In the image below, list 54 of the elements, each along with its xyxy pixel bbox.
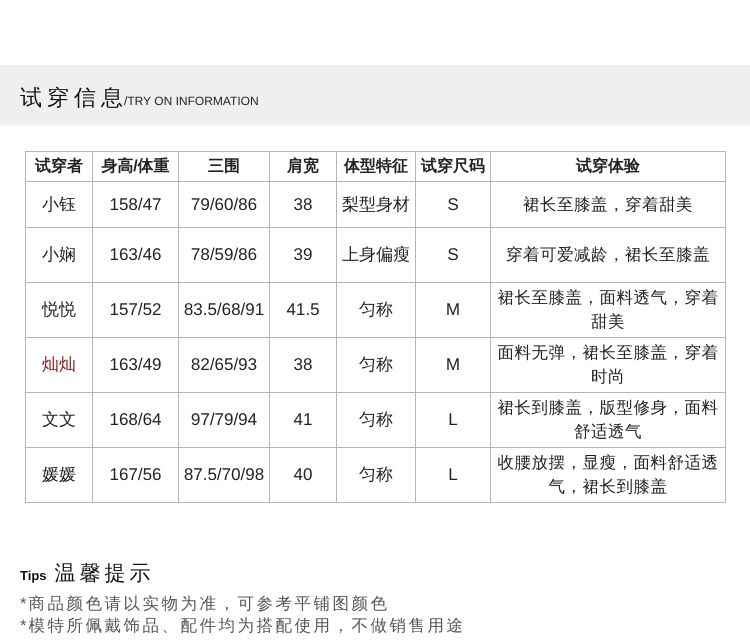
table-cell: 上身偏瘦 — [336, 228, 416, 282]
table-cell: 39 — [270, 228, 336, 282]
table-cell: 158/47 — [92, 182, 178, 228]
table-cell: 裙长至膝盖，穿着甜美 — [490, 182, 726, 228]
table-cell: S — [416, 182, 490, 228]
table-cell: L — [416, 448, 490, 502]
column-header: 三围 — [178, 152, 270, 182]
table-cell: 媛媛 — [26, 448, 92, 502]
table-cell: 40 — [270, 448, 336, 502]
table-cell: 167/56 — [92, 448, 178, 502]
table-cell: M — [416, 338, 490, 392]
table-cell: L — [416, 392, 490, 448]
table-cell: 41 — [270, 392, 336, 448]
tips-title: 温馨提示 — [54, 561, 154, 587]
table-cell: 文文 — [26, 392, 92, 448]
table-cell: 悦悦 — [26, 282, 92, 338]
table-cell: 小娴 — [26, 228, 92, 282]
section-subtitle: /TRY ON INFORMATION — [124, 94, 259, 108]
table-cell: 79/60/86 — [178, 182, 270, 228]
tip-text: *商品颜色请以实物为准，可参考平铺图颜色 — [20, 594, 390, 615]
table-cell: 41.5 — [270, 282, 336, 338]
column-header: 体型特征 — [336, 152, 416, 182]
table-cell: 收腰放摆，显瘦，面料舒适透气，裙长到膝盖 — [490, 448, 726, 502]
table-cell: M — [416, 282, 490, 338]
table-cell: 82/65/93 — [178, 338, 270, 392]
tips-label: Tips — [20, 568, 46, 583]
column-header: 试穿者 — [26, 152, 92, 182]
table-cell: 灿灿 — [26, 338, 92, 392]
table-cell: 匀称 — [336, 282, 416, 338]
table-cell: 梨型身材 — [336, 182, 416, 228]
table-cell: S — [416, 228, 490, 282]
table-cell: 168/64 — [92, 392, 178, 448]
table-cell: 38 — [270, 338, 336, 392]
table-cell: 78/59/86 — [178, 228, 270, 282]
table-cell: 163/46 — [92, 228, 178, 282]
table-cell: 穿着可爱减龄，裙长至膝盖 — [490, 228, 726, 282]
table-cell: 匀称 — [336, 392, 416, 448]
column-header: 试穿体验 — [490, 152, 726, 182]
table-cell: 163/49 — [92, 338, 178, 392]
table-cell: 97/79/94 — [178, 392, 270, 448]
table-cell: 匀称 — [336, 338, 416, 392]
table-cell: 裙长至膝盖，面料透气，穿着甜美 — [490, 282, 726, 338]
column-header: 肩宽 — [270, 152, 336, 182]
tip-text: *模特所佩戴饰品、配件均为搭配使用，不做销售用途 — [20, 616, 466, 637]
table-cell: 匀称 — [336, 448, 416, 502]
table-cell: 38 — [270, 182, 336, 228]
table-cell: 157/52 — [92, 282, 178, 338]
table-cell: 裙长到膝盖，版型修身，面料舒适透气 — [490, 392, 726, 448]
column-header: 身高/体重 — [92, 152, 178, 182]
table-cell: 83.5/68/91 — [178, 282, 270, 338]
column-header: 试穿尺码 — [416, 152, 490, 182]
table-cell: 面料无弹，裙长至膝盖，穿着时尚 — [490, 338, 726, 392]
table-cell: 87.5/70/98 — [178, 448, 270, 502]
table-cell: 小钰 — [26, 182, 92, 228]
